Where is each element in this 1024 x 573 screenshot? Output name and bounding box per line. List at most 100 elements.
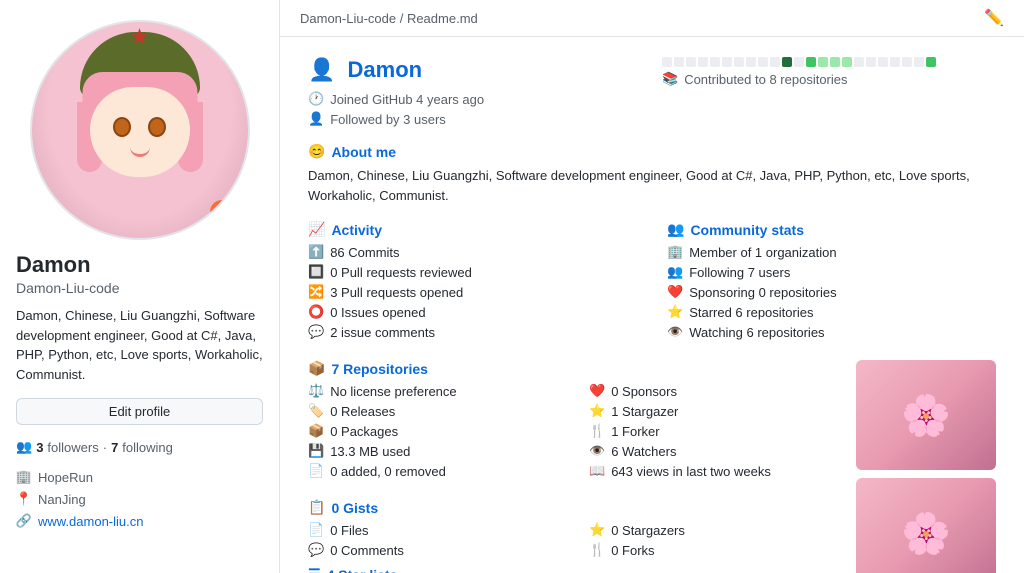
contrib-cell xyxy=(686,57,696,67)
location-item: 📍 NanJing xyxy=(16,491,263,507)
stargazer-item: ⭐ 1 Stargazer xyxy=(589,403,840,419)
gists-right: ⭐ 0 Stargazers 🍴 0 Forks xyxy=(589,522,840,562)
gist-stargazers-text: 0 Stargazers xyxy=(611,523,685,538)
comment-icon: 💬 xyxy=(308,324,324,340)
issue-icon: ⭕ xyxy=(308,304,324,320)
releases-text: 0 Releases xyxy=(330,404,395,419)
starlists-section: ☰ 4 Star lists xyxy=(308,566,840,573)
avatar: ★ 🎮 xyxy=(30,20,250,240)
people-icon: 👥 xyxy=(16,439,32,455)
thumbnail-column: 🌸 🌸 xyxy=(856,360,996,573)
website-item[interactable]: 🔗 www.damon-liu.cn xyxy=(16,513,263,529)
commits-icon: ⬆️ xyxy=(308,244,324,260)
diff-icon: 📄 xyxy=(308,463,324,479)
org-member-item: 🏢 Member of 1 organization xyxy=(667,244,996,260)
breadcrumb: Damon-Liu-code / Readme.md xyxy=(300,11,478,26)
gists-title: 📋 0 Gists xyxy=(308,499,840,516)
gist-stargazers-item: ⭐ 0 Stargazers xyxy=(589,522,840,538)
org-name: HopeRun xyxy=(38,470,93,485)
sidebar-handle: Damon-Liu-code xyxy=(16,280,263,296)
repos-title: 📦 7 Repositories xyxy=(308,360,840,377)
org-icon: 🏢 xyxy=(16,469,32,485)
following-label: following xyxy=(122,440,173,455)
following-count: 7 xyxy=(111,440,118,455)
pr-reviewed-item: 🔲 0 Pull requests reviewed xyxy=(308,264,637,280)
repos-right: ❤️ 0 Sponsors ⭐ 1 Stargazer 🍴 1 Forker xyxy=(589,383,840,483)
contrib-cell xyxy=(722,57,732,67)
contrib-cell xyxy=(662,57,672,67)
starlists-link[interactable]: 4 Star lists xyxy=(327,567,398,573)
thumbnail-anime-top: 🌸 xyxy=(856,360,996,470)
sidebar: ★ 🎮 Damon Damon-Liu-code Damon, Chinese,… xyxy=(0,0,280,573)
edit-pencil-icon[interactable]: ✏️ xyxy=(984,8,1004,28)
eye-right xyxy=(148,117,166,137)
contrib-cell xyxy=(782,57,792,67)
website-link[interactable]: www.damon-liu.cn xyxy=(38,514,144,529)
link-icon: 🔗 xyxy=(16,513,32,529)
contrib-cell xyxy=(902,57,912,67)
about-title: 😊 About me xyxy=(308,143,996,160)
repos-left: ⚖️ No license preference 🏷️ 0 Releases 📦… xyxy=(308,383,559,483)
contrib-cell xyxy=(734,57,744,67)
issue-comments-item: 💬 2 issue comments xyxy=(308,324,637,340)
org-member-icon: 🏢 xyxy=(667,244,683,260)
face xyxy=(90,87,190,177)
sponsoring-text: Sponsoring 0 repositories xyxy=(689,285,836,300)
views-text: 643 views in last two weeks xyxy=(611,464,771,479)
book-icon: 📚 xyxy=(662,71,678,87)
contrib-cell xyxy=(914,57,924,67)
breadcrumb-bar: Damon-Liu-code / Readme.md ✏️ xyxy=(280,0,1024,37)
issue-comments-text: 2 issue comments xyxy=(330,325,435,340)
location-icon: 📍 xyxy=(16,491,32,507)
added-removed-text: 0 added, 0 removed xyxy=(330,464,446,479)
thumbnail-top: 🌸 xyxy=(856,360,996,470)
watchers-item: 👁️ 6 Watchers xyxy=(589,443,840,459)
gist-icon: 📋 xyxy=(308,499,325,516)
people-icon-2: 👥 xyxy=(667,221,684,238)
gists-section: 📋 0 Gists 📄 0 Files 💬 0 Comments xyxy=(308,499,840,562)
pr-opened-icon: 🔀 xyxy=(308,284,324,300)
followers-row: 👥 3 followers · 7 following xyxy=(16,439,263,455)
clock-icon: 🕐 xyxy=(308,91,324,107)
sidebar-username: Damon xyxy=(16,252,263,278)
contributed-row: 📚 Contributed to 8 repositories xyxy=(662,71,996,87)
stargazer-text: 1 Stargazer xyxy=(611,404,678,419)
eye-icon: 👁️ xyxy=(667,324,683,340)
contrib-cell xyxy=(710,57,720,67)
community-title: 👥 Community stats xyxy=(667,221,996,238)
contrib-cell xyxy=(794,57,804,67)
contrib-cell xyxy=(926,57,936,67)
gists-link[interactable]: 0 Gists xyxy=(331,500,378,516)
contribution-graph xyxy=(662,57,996,67)
eye-icon-2: 👁️ xyxy=(589,443,605,459)
contrib-cell xyxy=(842,57,852,67)
activity-column: 📈 Activity ⬆️ 86 Commits 🔲 0 Pull reques… xyxy=(308,221,637,344)
commits-text: 86 Commits xyxy=(330,245,399,260)
main-content: Damon-Liu-code / Readme.md ✏️ 👤 Damon 🕐 … xyxy=(280,0,1024,573)
contrib-cell xyxy=(698,57,708,67)
gist-forks-item: 🍴 0 Forks xyxy=(589,542,840,558)
repos-gists-column: 📦 7 Repositories ⚖️ No license preferenc… xyxy=(308,360,840,573)
location-name: NanJing xyxy=(38,492,86,507)
contrib-cell xyxy=(830,57,840,67)
pr-reviewed-text: 0 Pull requests reviewed xyxy=(330,265,472,280)
gist-forks-text: 0 Forks xyxy=(611,543,654,558)
pr-opened-item: 🔀 3 Pull requests opened xyxy=(308,284,637,300)
thumbnail-bottom: 🌸 xyxy=(856,478,996,573)
following-icon: 👥 xyxy=(667,264,683,280)
repos-stats: ⚖️ No license preference 🏷️ 0 Releases 📦… xyxy=(308,383,840,483)
edit-profile-button[interactable]: Edit profile xyxy=(16,398,263,425)
org-item: 🏢 HopeRun xyxy=(16,469,263,485)
following-users-text: Following 7 users xyxy=(689,265,790,280)
comment-icon-2: 💬 xyxy=(308,542,324,558)
packages-item: 📦 0 Packages xyxy=(308,423,559,439)
profile-name-text: Damon xyxy=(348,57,423,82)
package-icon: 📦 xyxy=(308,423,324,439)
files-item: 📄 0 Files xyxy=(308,522,559,538)
fork-icon: 🍴 xyxy=(589,423,605,439)
starred-item: ⭐ Starred 6 repositories xyxy=(667,304,996,320)
community-column: 👥 Community stats 🏢 Member of 1 organiza… xyxy=(667,221,996,344)
repos-link[interactable]: 7 Repositories xyxy=(331,361,427,377)
eyes xyxy=(90,117,190,137)
sponsors-item: ❤️ 0 Sponsors xyxy=(589,383,840,399)
